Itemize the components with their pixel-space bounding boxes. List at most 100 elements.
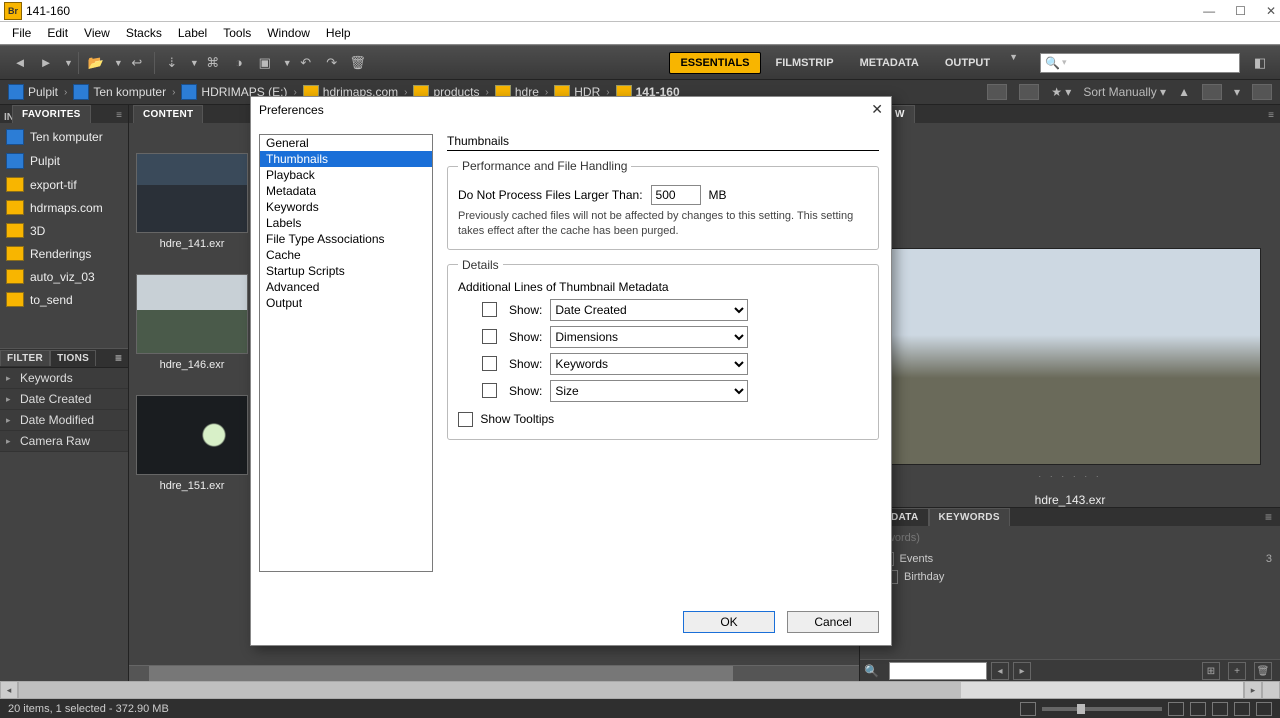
chevron-right-icon[interactable]: › [64, 87, 67, 98]
reveal-recent-button[interactable]: 📂 [84, 52, 108, 74]
favorite-item[interactable]: auto_viz_03 [0, 265, 128, 288]
show-line-checkbox[interactable] [482, 302, 497, 317]
rotate-right-button[interactable]: ↷ [320, 52, 344, 74]
new-keyword-button[interactable]: ⊞ [1202, 662, 1220, 680]
crumb-pulpit[interactable]: Pulpit [8, 84, 58, 100]
sort-dropdown[interactable]: Sort Manually ▾ [1083, 85, 1166, 99]
chevron-right-icon[interactable]: › [172, 87, 175, 98]
slider-knob[interactable] [1077, 704, 1085, 714]
category-output[interactable]: Output [260, 295, 432, 311]
content-scrollbar[interactable] [129, 665, 859, 682]
metadata-line-select[interactable]: Dimensions [550, 326, 748, 348]
maximize-button[interactable]: ☐ [1235, 4, 1246, 18]
preview-image[interactable] [879, 248, 1261, 465]
category-general[interactable]: General [260, 135, 432, 151]
new-folder-button[interactable] [1202, 84, 1222, 100]
filter-row-date-modified[interactable]: ▸Date Modified [0, 410, 128, 431]
next-result-button[interactable]: ▸ [1013, 662, 1031, 680]
menu-stacks[interactable]: Stacks [118, 23, 170, 43]
panel-tab-keywords[interactable]: KEYWORDS [929, 508, 1010, 526]
get-photos-button[interactable]: ⇣ [160, 52, 184, 74]
menu-view[interactable]: View [76, 23, 118, 43]
workspace-more-dropdown[interactable]: ▼ [1009, 52, 1018, 74]
category-keywords[interactable]: Keywords [260, 199, 432, 215]
favorite-item[interactable]: to_send [0, 288, 128, 311]
panel-menu-icon[interactable]: ≡ [115, 351, 128, 365]
metadata-line-select[interactable]: Keywords [550, 353, 748, 375]
panel-tab-collections[interactable]: TIONS [50, 350, 96, 366]
show-line-checkbox[interactable] [482, 356, 497, 371]
category-thumbnails[interactable]: Thumbnails [260, 151, 432, 167]
show-tooltips-checkbox[interactable] [458, 412, 473, 427]
trash-button[interactable]: 🗑 [346, 52, 370, 74]
menu-window[interactable]: Window [259, 23, 318, 43]
view-as-thumbnails-button[interactable] [1212, 702, 1228, 716]
favorite-item[interactable]: Ten komputer [0, 125, 128, 149]
minimize-button[interactable]: — [1203, 4, 1215, 18]
menu-edit[interactable]: Edit [39, 23, 76, 43]
new-sub-keyword-button[interactable]: + [1228, 662, 1246, 680]
favorite-item[interactable]: Renderings [0, 242, 128, 265]
scroll-right-button[interactable]: ▸ [1244, 681, 1262, 699]
category-metadata[interactable]: Metadata [260, 183, 432, 199]
favorite-item[interactable]: Pulpit [0, 149, 128, 173]
scrollbar-track[interactable] [18, 681, 1244, 699]
thumbnail-item[interactable]: hdre_151.exr [137, 395, 247, 492]
lock-grid-button[interactable] [1190, 702, 1206, 716]
ok-button[interactable]: OK [683, 611, 775, 633]
metadata-line-select[interactable]: Size [550, 380, 748, 402]
category-cache[interactable]: Cache [260, 247, 432, 263]
delete-keyword-button[interactable]: 🗑 [1254, 662, 1272, 680]
options-dropdown[interactable]: ▾ [1234, 85, 1240, 99]
dialog-close-button[interactable]: ✕ [871, 101, 883, 118]
keyword-row[interactable]: ▾ Events 3 [868, 550, 1272, 568]
nav-history-dropdown[interactable]: ▼ [64, 58, 73, 68]
show-line-checkbox[interactable] [482, 329, 497, 344]
filter-row-date-created[interactable]: ▸Date Created [0, 389, 128, 410]
view-thumbnails-small-button[interactable] [1020, 702, 1036, 716]
recent-dropdown[interactable]: ▼ [114, 58, 123, 68]
filter-items-button[interactable] [987, 84, 1007, 100]
category-advanced[interactable]: Advanced [260, 279, 432, 295]
get-photos-dropdown[interactable]: ▼ [190, 58, 199, 68]
keyword-row[interactable]: Birthday [868, 568, 1272, 586]
prev-result-button[interactable]: ◂ [991, 662, 1009, 680]
filter-items-button-2[interactable] [1019, 84, 1039, 100]
refine-button[interactable]: ⌘ [201, 52, 225, 74]
thumbnail-item[interactable]: hdre_141.exr [137, 153, 247, 250]
forward-button[interactable]: ► [34, 52, 58, 74]
panel-tab-content[interactable]: CONTENT [133, 105, 203, 123]
category-playback[interactable]: Playback [260, 167, 432, 183]
scroll-left-button[interactable]: ◂ [0, 681, 18, 699]
menu-help[interactable]: Help [318, 23, 359, 43]
metadata-line-select[interactable]: Date Created [550, 299, 748, 321]
workspace-metadata[interactable]: METADATA [849, 52, 930, 74]
output-button[interactable]: ▣ [253, 52, 277, 74]
thumbnail-size-slider[interactable] [1042, 707, 1162, 711]
panel-menu-icon[interactable]: ≡ [1262, 108, 1280, 123]
cancel-button[interactable]: Cancel [787, 611, 879, 633]
search-box[interactable]: 🔍 ▾ [1040, 53, 1240, 73]
crumb-computer[interactable]: Ten komputer [73, 84, 166, 100]
view-as-list-button[interactable] [1256, 702, 1272, 716]
scrollbar-thumb[interactable] [19, 682, 961, 698]
rotate-left-button[interactable]: ↶ [294, 52, 318, 74]
favorite-item[interactable]: hdrmaps.com [0, 196, 128, 219]
category-labels[interactable]: Labels [260, 215, 432, 231]
open-camera-raw-button[interactable]: ◑ [227, 52, 251, 74]
app-horizontal-scrollbar[interactable]: ◂ ▸ [0, 682, 1280, 698]
max-file-size-input[interactable] [651, 185, 701, 205]
boomerang-button[interactable]: ↩ [125, 52, 149, 74]
workspace-essentials[interactable]: ESSENTIALS [669, 52, 760, 74]
rating-filter[interactable]: ★ ▾ [1051, 85, 1071, 99]
panel-menu-icon[interactable]: ≡ [1257, 508, 1280, 526]
thumbnail-item[interactable]: hdre_146.exr [137, 274, 247, 371]
workspace-output[interactable]: OUTPUT [934, 52, 1001, 74]
delete-button[interactable] [1252, 84, 1272, 100]
menu-file[interactable]: File [4, 23, 39, 43]
view-thumbnails-large-button[interactable] [1168, 702, 1184, 716]
compact-mode-button[interactable]: ◧ [1248, 52, 1272, 74]
back-button[interactable]: ◄ [8, 52, 32, 74]
category-startup-scripts[interactable]: Startup Scripts [260, 263, 432, 279]
panel-menu-icon[interactable]: ≡ [110, 108, 128, 123]
